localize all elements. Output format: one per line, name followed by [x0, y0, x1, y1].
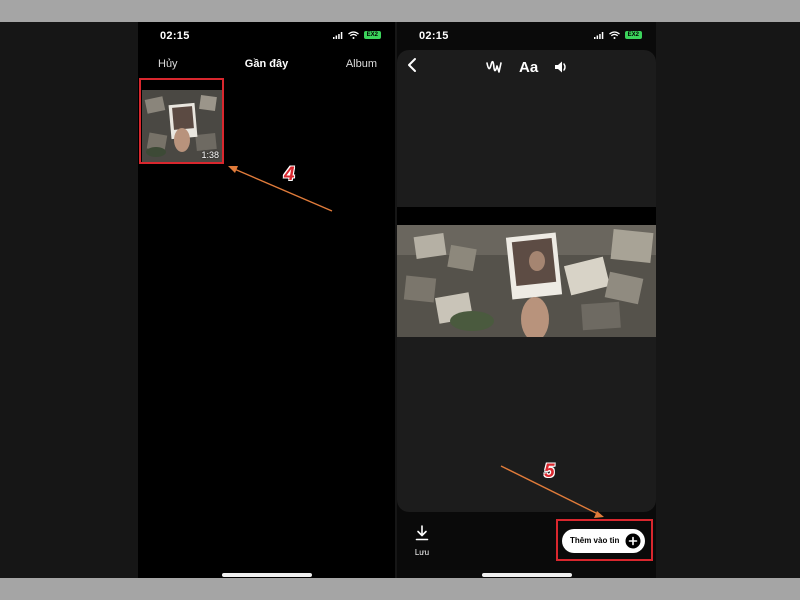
step-number-4: 4 — [284, 164, 295, 185]
video-thumbnail[interactable]: 1:38 — [142, 90, 222, 162]
back-button[interactable] — [406, 57, 418, 78]
battery-icon: EX2 — [624, 31, 642, 39]
status-icons: EX2 — [332, 31, 381, 39]
add-to-story-label: Thêm vào tin — [570, 536, 620, 545]
draw-tool-button[interactable] — [485, 59, 503, 80]
status-icons: EX2 — [593, 31, 642, 39]
signal-icon — [593, 32, 603, 39]
media-picker-screen: 02:15 EX2 Hủy Gần đây Album 1:38 — [138, 22, 395, 578]
video-duration: 1:38 — [201, 150, 219, 160]
album-button[interactable]: Album — [346, 58, 377, 70]
home-indicator — [481, 573, 572, 577]
story-editor-screen: 02:15 EX2 Aa Lưu Thêm vào tin — [397, 22, 656, 578]
chevron-left-icon — [408, 58, 416, 72]
text-tool-button[interactable]: Aa — [519, 59, 538, 76]
picker-header: Hủy Gần đây Album — [138, 56, 395, 76]
battery-icon: EX2 — [363, 31, 381, 39]
status-time: 02:15 — [160, 30, 190, 42]
home-indicator — [221, 573, 312, 577]
speaker-icon — [555, 61, 566, 73]
save-button[interactable]: Lưu — [407, 525, 437, 557]
video-preview-band — [397, 207, 656, 337]
video-frame-image — [397, 225, 656, 337]
plus-circle-icon — [625, 533, 641, 549]
add-to-story-button[interactable]: Thêm vào tin — [562, 529, 645, 553]
sound-button[interactable] — [553, 59, 569, 80]
squiggle-draw-icon — [486, 60, 502, 73]
step-number-5: 5 — [544, 461, 555, 482]
wifi-icon — [347, 31, 359, 39]
editor-canvas: Aa — [397, 50, 656, 512]
status-bar: 02:15 EX2 — [397, 22, 656, 50]
status-time: 02:15 — [419, 30, 449, 42]
video-preview — [397, 225, 656, 337]
signal-icon — [332, 32, 342, 39]
wifi-icon — [608, 31, 620, 39]
save-label: Lưu — [414, 548, 430, 557]
download-icon — [415, 525, 429, 541]
status-bar: 02:15 EX2 — [138, 22, 395, 50]
